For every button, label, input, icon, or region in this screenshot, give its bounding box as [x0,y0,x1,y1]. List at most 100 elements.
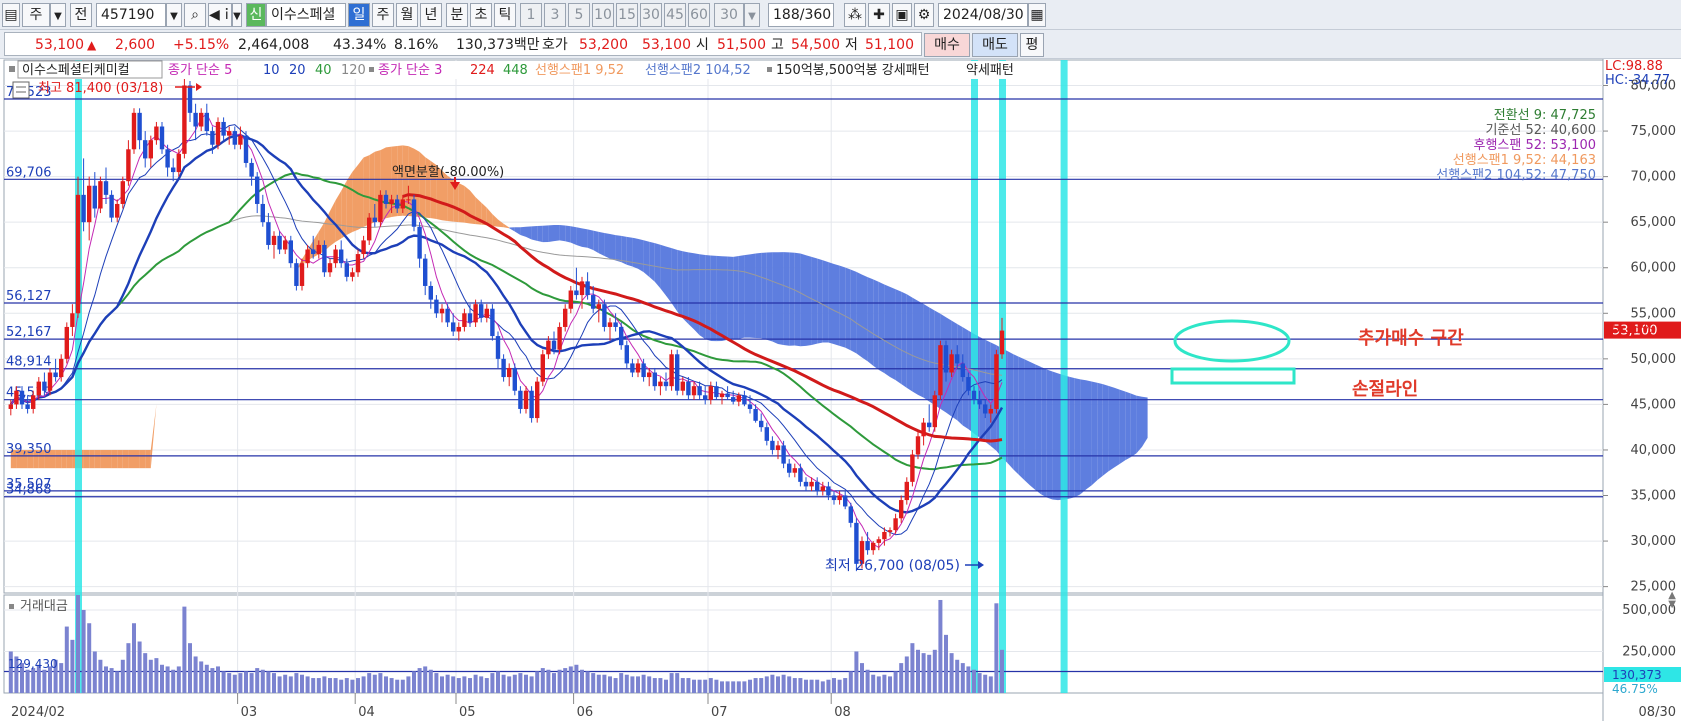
eval-button[interactable]: 평 [1020,33,1044,57]
interval-45-button[interactable]: 45 [664,3,686,27]
market-select[interactable]: 주 [22,3,50,27]
candle-body [809,481,814,487]
cloud-bear-segment [884,284,890,378]
price-tick-label: 75,000 [1631,124,1677,139]
speaker-icon[interactable]: ◀ｉ [208,3,232,27]
volume-bar [501,674,506,693]
highlight-bar [1060,60,1068,693]
prev-button[interactable]: 전 [70,3,92,27]
volume-bar [322,676,327,693]
interval-select[interactable]: 30 [714,3,744,27]
interval-dropdown-icon[interactable]: ▼ [744,3,760,27]
candle-body [322,244,327,273]
cloud-bear-segment [878,281,885,374]
price-tick-label: 70,000 [1631,170,1677,185]
interval-10-button[interactable]: 10 [592,3,614,27]
interval-3-button[interactable]: 3 [544,3,566,27]
stock-chart[interactable]: 78,52369,70656,12752,16748,91445,51939,3… [0,59,1681,721]
cloud-bear-segment [862,274,868,362]
legend-ma-label: 종가 단순 5 [168,63,232,78]
candle-body [977,399,982,405]
code-dropdown-icon[interactable]: ▼ [166,3,182,27]
interval-5-button[interactable]: 5 [568,3,590,27]
price-change: 2,600 [115,37,156,53]
volume-bar [238,673,243,693]
period-week-button[interactable]: 주 [372,3,394,27]
cloud-bull-segment [122,449,129,469]
settings-icon[interactable]: ⚙ [914,3,934,27]
volume-bar [328,678,332,693]
interval-30-button[interactable]: 30 [640,3,662,27]
bar-count-field[interactable]: 188/360 [768,3,834,27]
interval-15-button[interactable]: 15 [616,3,638,27]
period-month-button[interactable]: 월 [396,3,418,27]
volume-toggle-icon[interactable] [9,604,14,609]
date-input[interactable]: 2024/08/30 [938,3,1028,27]
volume-bar [664,679,668,693]
save-icon[interactable]: ▣ [892,3,912,27]
chart-menu-icon[interactable]: ▤ [2,3,20,27]
interval-label: 3 [550,7,560,23]
market-dropdown-icon[interactable]: ▼ [50,3,66,27]
volume-bar [98,659,103,693]
crosshair-icon[interactable]: ✚ [868,3,890,27]
speaker-dropdown-icon[interactable]: ▼ [232,3,242,27]
cloud-bull-segment [61,449,67,469]
period-minute-button[interactable]: 분 [446,3,468,27]
volume-bar [697,679,702,693]
hline-label: 69,706 [6,165,52,180]
candle-body [787,463,792,473]
legend-toggle-icon[interactable] [369,67,374,72]
interval-1-button[interactable]: 1 [520,3,542,27]
buy-button[interactable]: 매수 [924,33,970,57]
current-price-tag-pct: 5.15% [1612,322,1653,337]
candle-body [966,377,971,391]
candle-body [238,135,243,145]
candle-body [999,330,1005,355]
cloud-bear-segment [918,300,924,398]
cloud-bear-segment [834,264,840,346]
volume-bar [244,671,248,693]
volume-bar [535,671,540,693]
interval-60-button[interactable]: 60 [688,3,710,27]
period-year-button[interactable]: 년 [420,3,442,27]
volume-bar [608,676,612,693]
search-icon[interactable]: ⌕ [184,3,206,27]
volume-bar [720,681,724,693]
bar-count-value: 188 [773,7,800,23]
panel-expand-icon[interactable]: ▼ [1668,599,1676,610]
legend-toggle-icon[interactable] [767,67,772,72]
sell-button[interactable]: 매도 [972,33,1018,57]
volume-bar [596,674,601,693]
cloud-bear-segment [1024,359,1030,486]
cloud-bear-segment [554,225,560,242]
volume-bar [417,668,422,693]
volume-bar [423,666,428,693]
volume-bar [591,673,596,693]
period-second-button[interactable]: 초 [470,3,492,27]
panel-menu-icon[interactable] [12,81,30,99]
volume-bar [960,663,965,693]
volume-bar [658,678,663,693]
candle-body [423,258,428,286]
cloud-bear-segment [587,229,594,251]
cloud-bear-segment [727,256,734,340]
calendar-icon[interactable]: ▦ [1028,3,1046,27]
volume-bar [148,659,153,693]
period-day-button[interactable]: 일 [348,3,370,27]
cloud-bear-segment [800,253,806,347]
scale-icon[interactable]: ⁂ [844,3,866,27]
volume-bar [916,649,920,693]
price-tick-label: 60,000 [1631,261,1677,276]
period-tick-label: 틱 [498,7,512,23]
candle-body [98,181,103,209]
legend-toggle-icon[interactable] [9,66,15,72]
volume-bar [893,671,898,693]
stock-code-input[interactable]: 457190 [96,3,166,27]
stock-name-field[interactable]: 이수스페셜 [266,3,346,27]
candle-body [568,290,573,309]
period-tick-button[interactable]: 틱 [494,3,516,27]
price-tick-label: 45,000 [1631,397,1677,412]
cloud-bull-segment [386,146,392,219]
cloud-bear-segment [890,286,896,381]
